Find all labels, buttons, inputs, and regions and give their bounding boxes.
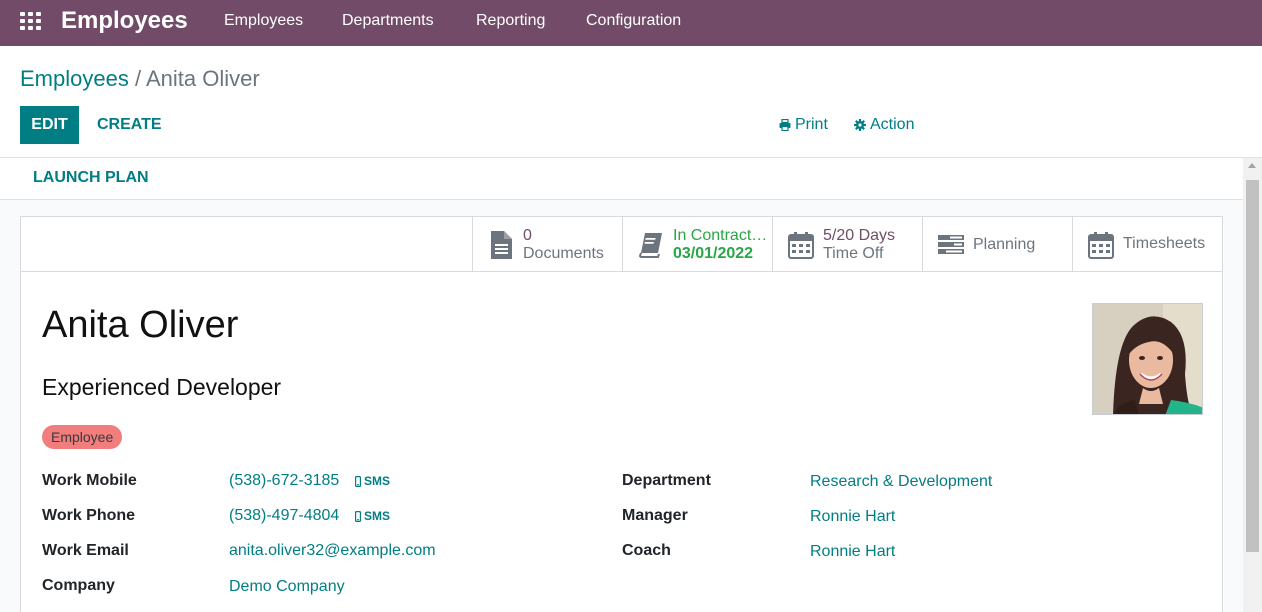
work-mobile-sms-button[interactable]: SMS bbox=[355, 474, 390, 488]
top-navbar: Employees Employees Departments Reportin… bbox=[0, 0, 1262, 46]
book-icon bbox=[638, 233, 662, 258]
vertical-scrollbar[interactable] bbox=[1243, 158, 1262, 612]
contract-status: In Contract… bbox=[673, 227, 768, 244]
coach-label: Coach bbox=[622, 542, 671, 559]
action-label: Action bbox=[870, 116, 915, 133]
printer-icon bbox=[779, 119, 791, 131]
avatar-portrait-image bbox=[1093, 304, 1202, 414]
menu-configuration[interactable]: Configuration bbox=[586, 11, 681, 31]
department-value[interactable]: Research & Development bbox=[810, 472, 992, 492]
mobile-phone-icon bbox=[355, 475, 361, 487]
menu-employees[interactable]: Employees bbox=[224, 11, 303, 31]
sms-label: SMS bbox=[364, 509, 391, 523]
apps-grid-icon[interactable] bbox=[20, 12, 41, 30]
documents-label: Documents bbox=[523, 245, 604, 262]
breadcrumb-current: Anita Oliver bbox=[146, 66, 260, 91]
work-email-label: Work Email bbox=[42, 542, 129, 559]
timesheets-smart-button[interactable]: Timesheets bbox=[1072, 217, 1222, 271]
employee-name[interactable]: Anita Oliver bbox=[42, 303, 238, 347]
tasks-icon bbox=[938, 235, 964, 254]
breadcrumb-employees-link[interactable]: Employees bbox=[20, 66, 129, 91]
scrollbar-thumb[interactable] bbox=[1246, 180, 1259, 552]
department-label: Department bbox=[622, 472, 711, 489]
employee-tag-badge[interactable]: Employee bbox=[42, 425, 123, 449]
edit-button[interactable]: EDIT bbox=[20, 106, 79, 144]
manager-label: Manager bbox=[622, 507, 688, 524]
calendar-icon bbox=[788, 232, 814, 259]
documents-smart-button[interactable]: 0 Documents bbox=[472, 217, 622, 271]
time-off-smart-button[interactable]: 5/20 Days Time Off bbox=[772, 217, 922, 271]
breadcrumb: Employees / Anita Oliver bbox=[20, 66, 260, 92]
manager-value[interactable]: Ronnie Hart bbox=[810, 507, 895, 527]
smart-button-box: 0 Documents In Contract… 03/01/2022 5/20… bbox=[21, 217, 1222, 272]
company-label: Company bbox=[42, 577, 115, 594]
sms-label: SMS bbox=[364, 474, 391, 488]
timesheets-label: Timesheets bbox=[1123, 235, 1206, 252]
calendar-icon bbox=[1088, 232, 1114, 259]
contract-date: 03/01/2022 bbox=[673, 245, 754, 262]
print-button[interactable]: Print bbox=[779, 116, 828, 134]
create-button[interactable]: CREATE bbox=[85, 106, 174, 144]
menu-departments[interactable]: Departments bbox=[342, 11, 434, 31]
app-brand[interactable]: Employees bbox=[61, 6, 188, 36]
menu-reporting[interactable]: Reporting bbox=[476, 11, 545, 31]
employee-job-title[interactable]: Experienced Developer bbox=[42, 373, 281, 401]
form-statusbar: LAUNCH PLAN bbox=[0, 158, 1243, 200]
planning-smart-button[interactable]: Planning bbox=[922, 217, 1072, 271]
employee-form-sheet: 0 Documents In Contract… 03/01/2022 5/20… bbox=[20, 216, 1223, 612]
work-email-value[interactable]: anita.oliver32@example.com bbox=[229, 541, 436, 561]
documents-count: 0 bbox=[523, 227, 532, 244]
breadcrumb-separator: / bbox=[134, 66, 142, 91]
time-off-label: Time Off bbox=[823, 245, 884, 262]
employee-avatar[interactable] bbox=[1092, 303, 1203, 415]
company-value[interactable]: Demo Company bbox=[229, 577, 345, 597]
work-mobile-label: Work Mobile bbox=[42, 472, 137, 489]
contract-smart-button[interactable]: In Contract… 03/01/2022 bbox=[622, 217, 772, 271]
gear-icon bbox=[854, 119, 866, 131]
print-label: Print bbox=[795, 116, 828, 133]
work-mobile-value[interactable]: (538)-672-3185 bbox=[229, 471, 339, 491]
launch-plan-button[interactable]: LAUNCH PLAN bbox=[33, 168, 149, 188]
scroll-up-arrow-icon[interactable] bbox=[1248, 163, 1256, 168]
coach-value[interactable]: Ronnie Hart bbox=[810, 542, 895, 562]
work-phone-label: Work Phone bbox=[42, 507, 136, 524]
work-phone-sms-button[interactable]: SMS bbox=[355, 509, 390, 523]
work-phone-value[interactable]: (538)-497-4804 bbox=[229, 506, 339, 526]
mobile-phone-icon bbox=[355, 510, 361, 522]
time-off-days: 5/20 Days bbox=[823, 227, 896, 244]
planning-label: Planning bbox=[973, 236, 1036, 253]
action-button[interactable]: Action bbox=[854, 116, 914, 134]
document-icon bbox=[491, 231, 512, 259]
control-panel: Employees / Anita Oliver EDIT CREATE Pri… bbox=[0, 46, 1262, 158]
